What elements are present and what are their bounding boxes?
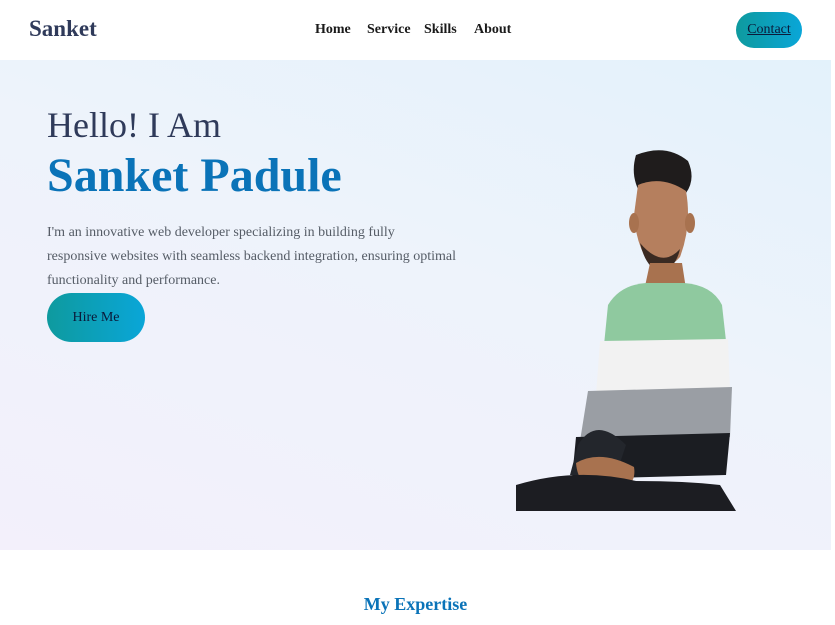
expertise-section: My Expertise xyxy=(0,550,835,625)
nav-link-service[interactable]: Service xyxy=(367,22,411,38)
expertise-title: My Expertise xyxy=(363,594,468,614)
hero-name: Sanket Padule xyxy=(47,149,342,202)
nav-link-skills[interactable]: Skills xyxy=(424,22,457,38)
nav-links: Home Service Skills About xyxy=(0,22,835,42)
contact-button[interactable]: Contact xyxy=(736,12,802,48)
hero-description: I'm an innovative web developer speciali… xyxy=(47,225,457,288)
navbar: Sanket Home Service Skills About Contact xyxy=(0,0,835,60)
nav-link-about[interactable]: About xyxy=(474,22,511,38)
nav-link-home[interactable]: Home xyxy=(315,22,351,38)
hire-me-button[interactable]: Hire Me xyxy=(47,293,145,342)
profile-photo xyxy=(516,150,736,511)
hero-greeting: Hello! I Am xyxy=(47,105,221,145)
hero-section: Hello! I Am Sanket Padule I'm an innovat… xyxy=(0,60,831,550)
